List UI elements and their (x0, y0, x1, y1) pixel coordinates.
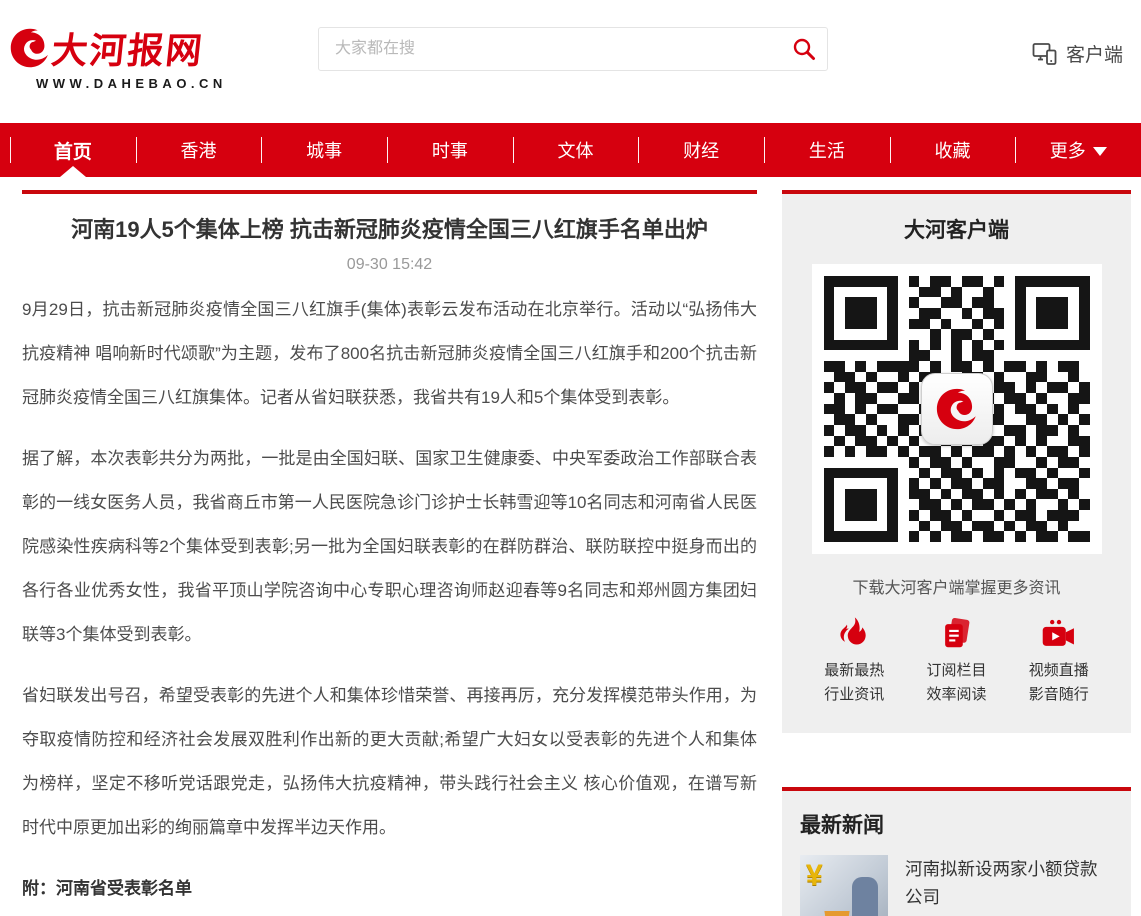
video-icon (1040, 616, 1078, 654)
nav-label: 香港 (181, 137, 217, 163)
bucket-shape (822, 911, 852, 916)
nav-item-more[interactable]: 更多 (1015, 123, 1141, 177)
main-nav: 首页 香港 城事 时事 文体 财经 生活 收藏 更多 (0, 123, 1141, 177)
nav-label: 城事 (306, 137, 342, 163)
search-icon (791, 36, 817, 62)
news-item[interactable]: ¥ 河南拟新设两家小额贷款公司 发布于9分钟前 (800, 855, 1113, 916)
qr-center-logo (921, 373, 993, 445)
nav-item-city[interactable]: 城事 (261, 123, 387, 177)
qr-caption: 下载大河客户端掌握更多资讯 (782, 574, 1131, 598)
figure-shape (852, 877, 878, 916)
latest-news-box: 最新新闻 ¥ 河南拟新设两家小额贷款公司 发布于9分钟前 (782, 787, 1131, 916)
nav-label: 收藏 (935, 137, 971, 163)
feature-label: 订阅栏目 (926, 659, 986, 683)
feature-label: 视频直播 (1029, 659, 1089, 683)
client-app-link[interactable]: 客户端 (1032, 40, 1123, 67)
nav-item-current-affairs[interactable]: 时事 (387, 123, 513, 177)
subscribe-icon (939, 616, 973, 654)
nav-item-life[interactable]: 生活 (764, 123, 890, 177)
feature-label: 最新最热 (824, 659, 884, 683)
article-paragraph: 9月29日，抗击新冠肺炎疫情全国三八红旗手(集体)表彰云发布活动在北京举行。活动… (22, 288, 757, 420)
article: 河南19人5个集体上榜 抗击新冠肺炎疫情全国三八红旗手名单出炉 09-30 15… (22, 190, 757, 916)
client-features: 最新最热 行业资讯 订阅栏目 效率阅读 (782, 616, 1131, 707)
content-area: 河南19人5个集体上榜 抗击新冠肺炎疫情全国三八红旗手名单出炉 09-30 15… (0, 177, 1141, 916)
search-button[interactable] (781, 28, 827, 70)
nav-label: 时事 (432, 137, 468, 163)
article-title: 河南19人5个集体上榜 抗击新冠肺炎疫情全国三八红旗手名单出炉 (22, 212, 757, 244)
logo-title: 大河报网 (49, 22, 206, 74)
site-header: 大河报网 WWW.DAHEBAO.CN 客户端 (0, 0, 1141, 123)
feature-label: 影音随行 (1029, 683, 1089, 707)
flame-icon (837, 616, 871, 654)
nav-label: 首页 (54, 137, 92, 164)
active-tab-caret (60, 166, 86, 177)
feature-label: 效率阅读 (926, 683, 986, 707)
article-date: 09-30 15:42 (22, 256, 757, 274)
appendix-heading: 附：河南省受表彰名单 (22, 867, 757, 911)
site-logo[interactable]: 大河报网 WWW.DAHEBAO.CN (8, 22, 227, 91)
nav-item-hongkong[interactable]: 香港 (136, 123, 262, 177)
nav-label: 生活 (809, 137, 845, 163)
sidebar: 大河客户端 下载大河客户端掌握更多资讯 最新最热 行业资讯 (782, 190, 1131, 916)
search-input[interactable] (319, 28, 781, 70)
article-body: 9月29日，抗击新冠肺炎疫情全国三八红旗手(集体)表彰云发布活动在北京举行。活动… (22, 288, 757, 916)
nav-label: 财经 (683, 137, 719, 163)
article-top-rule (22, 190, 757, 194)
nav-label: 文体 (558, 137, 594, 163)
feature-video: 视频直播 影音随行 (1029, 616, 1089, 707)
search-box (318, 27, 828, 71)
nav-item-collection[interactable]: 收藏 (890, 123, 1016, 177)
news-item-title[interactable]: 河南拟新设两家小额贷款公司 (905, 855, 1113, 911)
nav-item-home[interactable]: 首页 (10, 123, 136, 177)
client-app-box: 大河客户端 下载大河客户端掌握更多资讯 最新最热 行业资讯 (782, 190, 1131, 733)
feature-hot-news: 最新最热 行业资讯 (824, 616, 884, 707)
article-paragraph: 省妇联发出号召，希望受表彰的先进个人和集体珍惜荣誉、再接再厉，充分发挥模范带头作… (22, 674, 757, 850)
client-box-title: 大河客户端 (782, 214, 1131, 244)
chevron-down-icon (1093, 147, 1107, 156)
qr-code (812, 264, 1102, 554)
latest-news-title: 最新新闻 (800, 809, 1113, 839)
feature-subscribe: 订阅栏目 效率阅读 (926, 616, 986, 707)
yen-glyph: ¥ (806, 859, 823, 893)
nav-label: 更多 (1050, 137, 1086, 163)
feature-label: 行业资讯 (824, 683, 884, 707)
news-thumbnail[interactable]: ¥ (800, 855, 888, 916)
article-paragraph: 据了解，本次表彰共分为两批，一批是由全国妇联、国家卫生健康委、中央军委政治工作部… (22, 437, 757, 657)
logo-url: WWW.DAHEBAO.CN (8, 76, 227, 91)
devices-icon (1032, 42, 1058, 66)
dahe-swirl-icon (8, 26, 52, 70)
dahe-swirl-icon (934, 386, 980, 432)
nav-item-finance[interactable]: 财经 (638, 123, 764, 177)
nav-item-culture-sports[interactable]: 文体 (513, 123, 639, 177)
client-label: 客户端 (1066, 40, 1123, 67)
